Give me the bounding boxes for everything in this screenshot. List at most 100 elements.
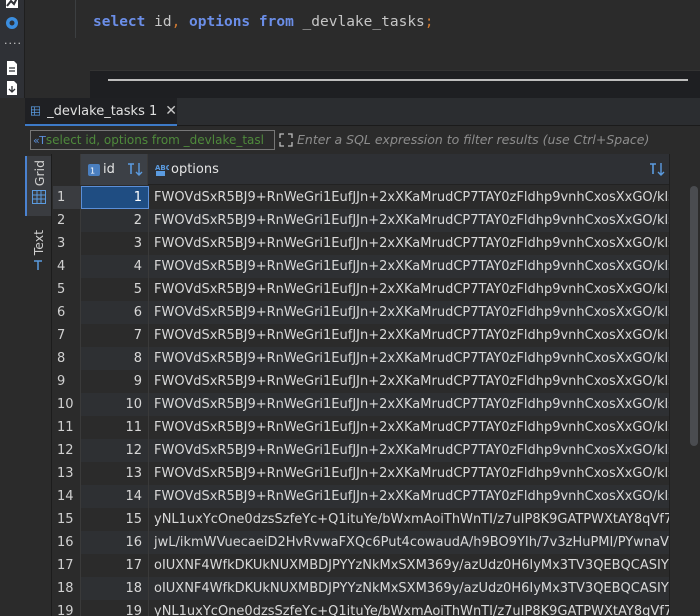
table-row[interactable]: 7 7 FWOVdSxR5BJ9+RnWeGri1EufJJn+2xXKaMrudC…: [53, 324, 669, 347]
cell-options[interactable]: FWOVdSxR5BJ9+RnWeGri1EufJJn+2xXKaMrudCP7…: [149, 416, 669, 439]
tab-devlake-tasks-1[interactable]: _devlake_tasks 1 ✕: [25, 98, 177, 126]
cell-id[interactable]: 2: [81, 209, 149, 232]
cell-id[interactable]: 15: [81, 508, 149, 531]
row-number[interactable]: 18: [53, 577, 81, 600]
row-number[interactable]: 1: [53, 186, 81, 209]
table-row[interactable]: 16 16 jwL/ikmWVuecaeiD2HvRvwaFXQc6Put4cowa…: [53, 531, 669, 554]
cell-options[interactable]: FWOVdSxR5BJ9+RnWeGri1EufJJn+2xXKaMrudCP7…: [149, 485, 669, 508]
cell-options[interactable]: FWOVdSxR5BJ9+RnWeGri1EufJJn+2xXKaMrudCP7…: [149, 301, 669, 324]
cell-id[interactable]: 4: [81, 255, 149, 278]
row-number[interactable]: 14: [53, 485, 81, 508]
cell-options[interactable]: FWOVdSxR5BJ9+RnWeGri1EufJJn+2xXKaMrudCP7…: [149, 324, 669, 347]
cell-options[interactable]: FWOVdSxR5BJ9+RnWeGri1EufJJn+2xXKaMrudCP7…: [149, 347, 669, 370]
cell-id[interactable]: 12: [81, 439, 149, 462]
table-row[interactable]: 14 14 FWOVdSxR5BJ9+RnWeGri1EufJJn+2xXKaMru…: [53, 485, 669, 508]
table-row[interactable]: 18 18 oIUXNF4WfkDKUkNUXMBDJPYYzNkMxSXM369y…: [53, 577, 669, 600]
cell-id[interactable]: 10: [81, 393, 149, 416]
cell-options[interactable]: FWOVdSxR5BJ9+RnWeGri1EufJJn+2xXKaMrudCP7…: [149, 255, 669, 278]
sql-editor[interactable]: ···· select id, options from _devlake_ta…: [0, 0, 700, 102]
cell-options[interactable]: yNL1uxYcOne0dzsSzfeYc+Q1ituYe/bWxmAoiThW…: [149, 508, 669, 531]
editor-results-splitter[interactable]: [90, 70, 700, 102]
row-number[interactable]: 16: [53, 531, 81, 554]
row-number[interactable]: 2: [53, 209, 81, 232]
row-number[interactable]: 17: [53, 554, 81, 577]
row-number[interactable]: 4: [53, 255, 81, 278]
cell-id[interactable]: 3: [81, 232, 149, 255]
table-row[interactable]: 17 17 oIUXNF4WfkDKUkNUXMBDJPYYzNkMxSXM369y…: [53, 554, 669, 577]
cell-options[interactable]: FWOVdSxR5BJ9+RnWeGri1EufJJn+2xXKaMrudCP7…: [149, 393, 669, 416]
row-number[interactable]: 7: [53, 324, 81, 347]
cell-id[interactable]: 1: [81, 186, 149, 209]
table-row[interactable]: 4 4 FWOVdSxR5BJ9+RnWeGri1EufJJn+2xXKaMrudC…: [53, 255, 669, 278]
table-row[interactable]: 12 12 FWOVdSxR5BJ9+RnWeGri1EufJJn+2xXKaMru…: [53, 439, 669, 462]
cell-options[interactable]: FWOVdSxR5BJ9+RnWeGri1EufJJn+2xXKaMrudCP7…: [149, 370, 669, 393]
table-row[interactable]: 6 6 FWOVdSxR5BJ9+RnWeGri1EufJJn+2xXKaMrudC…: [53, 301, 669, 324]
table-row[interactable]: 11 11 FWOVdSxR5BJ9+RnWeGri1EufJJn+2xXKaMru…: [53, 416, 669, 439]
row-number[interactable]: 9: [53, 370, 81, 393]
cell-options[interactable]: FWOVdSxR5BJ9+RnWeGri1EufJJn+2xXKaMrudCP7…: [149, 439, 669, 462]
results-grid[interactable]: 1 id ABC options 1 1 FWOVdSxR5BJ9+RnWeGri1…: [53, 154, 700, 616]
chart-icon[interactable]: [4, 0, 20, 10]
row-number[interactable]: 11: [53, 416, 81, 439]
row-number[interactable]: 3: [53, 232, 81, 255]
more-icon[interactable]: ····: [4, 36, 21, 52]
table-row[interactable]: 9 9 FWOVdSxR5BJ9+RnWeGri1EufJJn+2xXKaMrudC…: [53, 370, 669, 393]
table-row[interactable]: 13 13 FWOVdSxR5BJ9+RnWeGri1EufJJn+2xXKaMru…: [53, 462, 669, 485]
row-number[interactable]: 6: [53, 301, 81, 324]
cell-options[interactable]: oIUXNF4WfkDKUkNUXMBDJPYYzNkMxSXM369y/azU…: [149, 554, 669, 577]
cell-options[interactable]: FWOVdSxR5BJ9+RnWeGri1EufJJn+2xXKaMrudCP7…: [149, 462, 669, 485]
cell-id[interactable]: 6: [81, 301, 149, 324]
cell-id[interactable]: 16: [81, 531, 149, 554]
table-row[interactable]: 15 15 yNL1uxYcOne0dzsSzfeYc+Q1ituYe/bWxmAo…: [53, 508, 669, 531]
table-row[interactable]: 1 1 FWOVdSxR5BJ9+RnWeGri1EufJJn+2xXKaMrudC…: [53, 186, 669, 209]
column-header-options[interactable]: ABC options: [149, 154, 669, 185]
table-row[interactable]: 3 3 FWOVdSxR5BJ9+RnWeGri1EufJJn+2xXKaMrudC…: [53, 232, 669, 255]
cell-id[interactable]: 13: [81, 462, 149, 485]
row-number[interactable]: 12: [53, 439, 81, 462]
cell-id[interactable]: 8: [81, 347, 149, 370]
cell-id[interactable]: 5: [81, 278, 149, 301]
tab-grid[interactable]: Grid: [25, 156, 51, 216]
export-icon[interactable]: [4, 80, 20, 96]
cell-id[interactable]: 7: [81, 324, 149, 347]
scrollbar-thumb[interactable]: [690, 186, 698, 446]
row-number[interactable]: 5: [53, 278, 81, 301]
row-number[interactable]: 10: [53, 393, 81, 416]
cell-options[interactable]: FWOVdSxR5BJ9+RnWeGri1EufJJn+2xXKaMrudCP7…: [149, 278, 669, 301]
table-row[interactable]: 5 5 FWOVdSxR5BJ9+RnWeGri1EufJJn+2xXKaMrudC…: [53, 278, 669, 301]
expand-icon[interactable]: [278, 132, 294, 148]
cell-id[interactable]: 14: [81, 485, 149, 508]
splitter-grip-icon[interactable]: [590, 91, 630, 102]
cell-options[interactable]: yNL1uxYcOne0dzsSzfeYc+Q1ituYe/bWxmAoiThW…: [149, 600, 669, 616]
row-number[interactable]: 19: [53, 600, 81, 616]
table-row[interactable]: 2 2 FWOVdSxR5BJ9+RnWeGri1EufJJn+2xXKaMrudC…: [53, 209, 669, 232]
cell-id[interactable]: 19: [81, 600, 149, 616]
sort-icon[interactable]: [649, 162, 665, 176]
table-row[interactable]: 19 19 yNL1uxYcOne0dzsSzfeYc+Q1ituYe/bWxmAo…: [53, 600, 669, 616]
row-number[interactable]: 13: [53, 462, 81, 485]
cell-options[interactable]: FWOVdSxR5BJ9+RnWeGri1EufJJn+2xXKaMrudCP7…: [149, 209, 669, 232]
header-corner[interactable]: [53, 154, 81, 185]
table-row[interactable]: 8 8 FWOVdSxR5BJ9+RnWeGri1EufJJn+2xXKaMrudC…: [53, 347, 669, 370]
table-row[interactable]: 10 10 FWOVdSxR5BJ9+RnWeGri1EufJJn+2xXKaMru…: [53, 393, 669, 416]
cell-id[interactable]: 17: [81, 554, 149, 577]
row-number[interactable]: 8: [53, 347, 81, 370]
gear-icon[interactable]: [4, 15, 20, 31]
row-number[interactable]: 15: [53, 508, 81, 531]
close-icon[interactable]: ✕: [165, 103, 177, 119]
cell-options[interactable]: FWOVdSxR5BJ9+RnWeGri1EufJJn+2xXKaMrudCP7…: [149, 186, 669, 209]
document-icon[interactable]: [4, 60, 20, 76]
column-header-id[interactable]: 1 id: [81, 154, 148, 185]
vertical-scrollbar[interactable]: [669, 154, 700, 616]
cell-id[interactable]: 9: [81, 370, 149, 393]
cell-options[interactable]: oIUXNF4WfkDKUkNUXMBDJPYYzNkMxSXM369y/azU…: [149, 577, 669, 600]
tab-text[interactable]: Text: [25, 226, 51, 282]
filter-expression-input[interactable]: Enter a SQL expression to filter results…: [297, 130, 697, 150]
cell-id[interactable]: 18: [81, 577, 149, 600]
sort-icon[interactable]: [127, 162, 143, 176]
cell-options[interactable]: FWOVdSxR5BJ9+RnWeGri1EufJJn+2xXKaMrudCP7…: [149, 232, 669, 255]
filter-query-field[interactable]: «Tselect id, options from _devlake_tasl: [30, 130, 275, 150]
sql-code-line[interactable]: select id, options from _devlake_tasks;: [93, 14, 434, 30]
cell-options[interactable]: jwL/ikmWVuecaeiD2HvRvwaFXQc6Put4cowaudA/…: [149, 531, 669, 554]
cell-id[interactable]: 11: [81, 416, 149, 439]
